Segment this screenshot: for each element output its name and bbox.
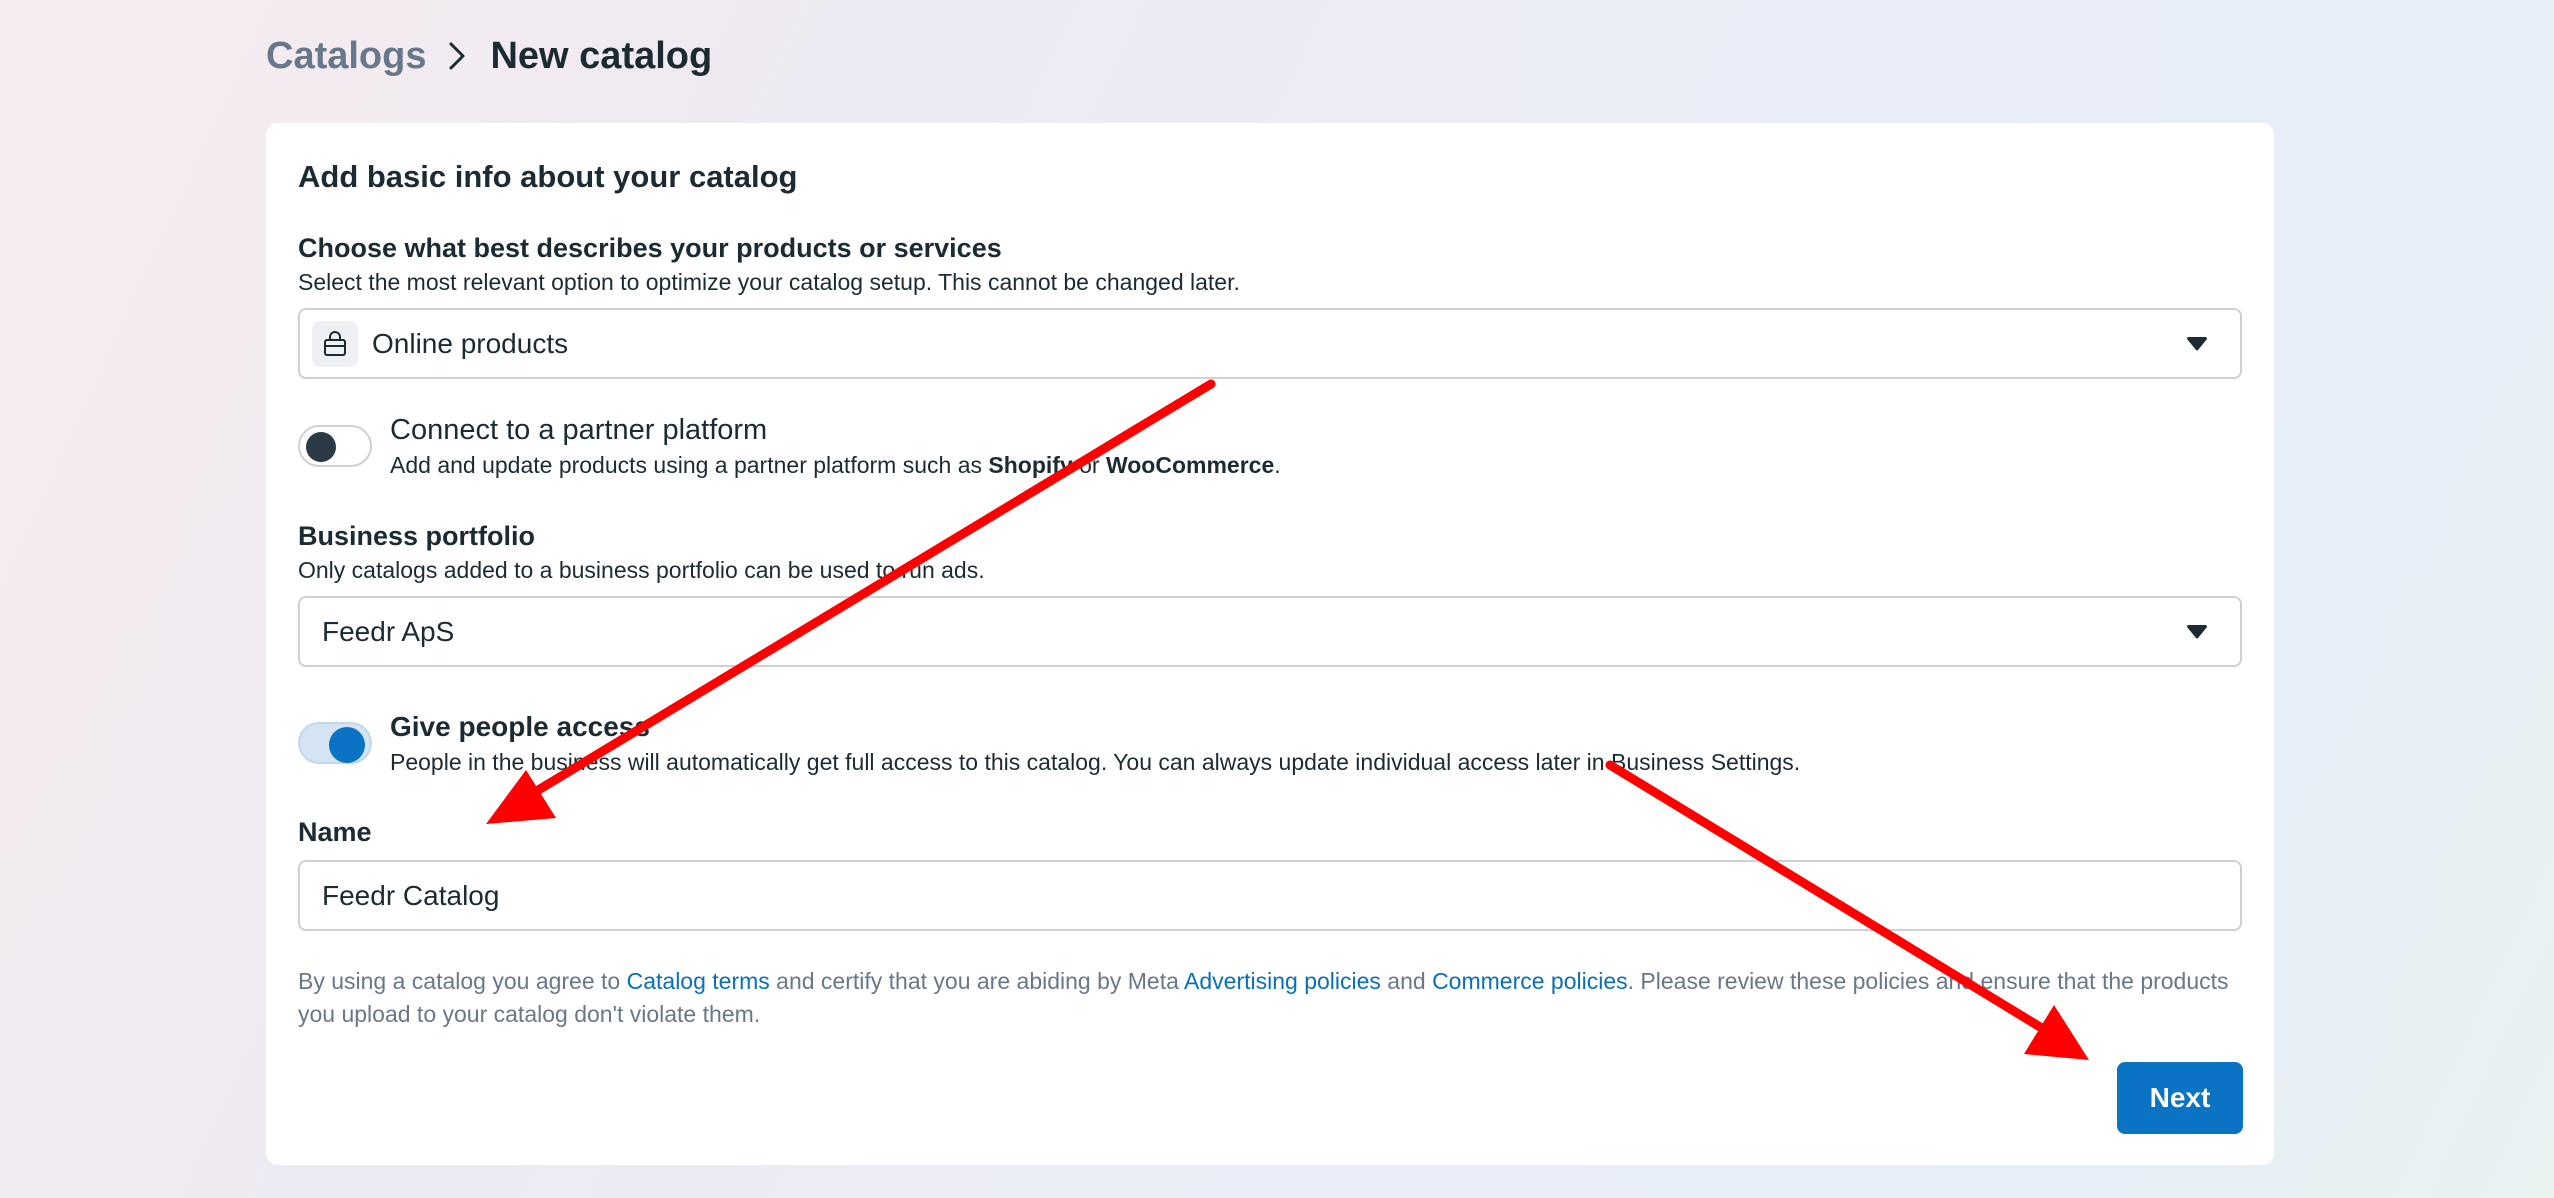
commerce-policies-link[interactable]: Commerce policies: [1432, 968, 1628, 994]
product-type-select[interactable]: Online products: [298, 308, 2242, 379]
advertising-policies-link[interactable]: Advertising policies: [1184, 968, 1381, 994]
give-access-toggle[interactable]: [298, 722, 372, 764]
name-label: Name: [298, 817, 372, 847]
catalog-info-card: Add basic info about your catalog Choose…: [266, 123, 2274, 1165]
catalog-terms-link[interactable]: Catalog terms: [627, 968, 770, 994]
catalog-name-input[interactable]: [298, 860, 2242, 931]
product-type-value: Online products: [372, 327, 569, 359]
breadcrumb: Catalogs New catalog: [266, 30, 712, 82]
next-button[interactable]: Next: [2117, 1062, 2243, 1134]
business-portfolio-value: Feedr ApS: [322, 615, 455, 647]
woocommerce-name: WooCommerce: [1105, 452, 1275, 478]
card-title: Add basic info about your catalog: [298, 159, 798, 194]
shopify-name: Shopify: [988, 452, 1073, 478]
page-title: New catalog: [490, 34, 713, 77]
give-access-title: Give people access: [390, 711, 650, 742]
give-access-desc: People in the business will automaticall…: [390, 749, 1801, 775]
terms-text: By using a catalog you agree to Catalog …: [298, 968, 2229, 1027]
breadcrumb-catalogs-link[interactable]: Catalogs: [266, 35, 426, 78]
business-portfolio-select[interactable]: Feedr ApS: [298, 596, 2242, 667]
chevron-right-icon: [448, 41, 466, 71]
product-type-help: Select the most relevant option to optim…: [298, 269, 1240, 295]
product-type-label: Choose what best describes your products…: [298, 233, 1002, 263]
partner-platform-desc: Add and update products using a partner …: [390, 452, 1281, 478]
partner-platform-toggle[interactable]: [298, 425, 372, 467]
partner-platform-title: Connect to a partner platform: [390, 414, 768, 446]
caret-down-icon: [2186, 337, 2208, 356]
caret-down-icon: [2186, 625, 2208, 644]
business-portfolio-help: Only catalogs added to a business portfo…: [298, 557, 985, 583]
business-portfolio-label: Business portfolio: [298, 521, 536, 551]
shopping-bag-icon: [312, 320, 358, 367]
